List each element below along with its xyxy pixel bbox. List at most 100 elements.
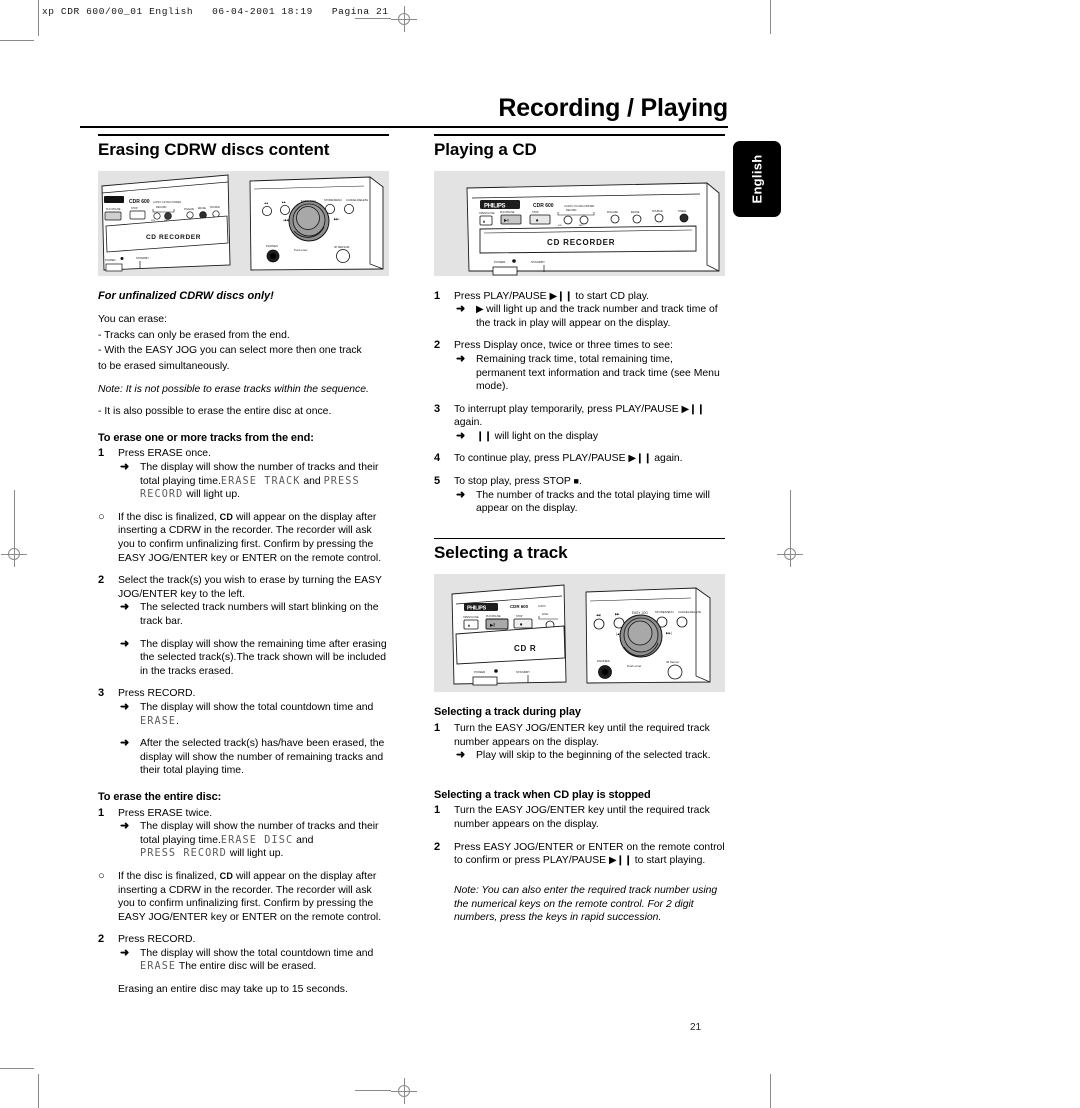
step-1-result: ➜ The display will show the number of tr… — [98, 461, 389, 502]
arrow-icon: ➜ — [120, 461, 130, 474]
step-3-result-b: ➜ After the selected track(s) has/have b… — [98, 737, 389, 778]
section-title-selecting: Selecting a track — [434, 543, 568, 563]
section-rule-right — [434, 134, 725, 136]
lcd-press-record-2: PRESS RECORD — [140, 848, 227, 860]
select-stopped-step-2: 2 Press EASY JOG/ENTER or ENTER on the r… — [434, 841, 725, 868]
section-title-playing: Playing a CD — [434, 139, 537, 159]
circle-bullet-icon: ○ — [98, 869, 105, 882]
svg-text:PLAY/PAUSE: PLAY/PAUSE — [500, 211, 515, 214]
svg-text:CDR 600: CDR 600 — [129, 199, 150, 205]
svg-text:▶▶|: ▶▶| — [666, 631, 672, 635]
page-content: Recording / Playing English Erasing CDRW… — [0, 0, 1080, 1108]
play-step-3-result: ➜ ❙❙ will light on the display — [434, 430, 725, 444]
left-column: Erasing CDRW discs content CDR 600 AUDIO… — [98, 134, 389, 999]
play-pause-icon: ▶❙❙ — [608, 855, 632, 867]
svg-text:AUDIO: AUDIO — [538, 605, 546, 608]
play-step-2-result: ➜ Remaining track time, total remaining … — [434, 353, 725, 394]
language-tab-label: English — [749, 154, 765, 204]
svg-text:▲: ▲ — [482, 218, 486, 223]
svg-text:TIMER: TIMER — [678, 210, 686, 213]
svg-text:POWER: POWER — [494, 260, 506, 264]
step-3-press-record: 3 Press RECORD. — [98, 687, 389, 701]
svg-text:▶‖: ▶‖ — [504, 217, 509, 222]
select-stopped-step-1-text: Turn the EASY JOG/ENTER key until the re… — [454, 805, 710, 830]
step-number: 2 — [434, 339, 441, 352]
svg-text:|◀◀: |◀◀ — [283, 218, 289, 222]
svg-text:STANDBY: STANDBY — [531, 260, 545, 264]
svg-text:AUDIO CD RECORDER: AUDIO CD RECORDER — [153, 200, 181, 204]
arrow-icon: ➜ — [120, 637, 130, 650]
svg-text:CDR 600: CDR 600 — [510, 604, 529, 609]
svg-text:ERASE: ERASE — [198, 207, 206, 210]
svg-text:PHILIPS: PHILIPS — [484, 203, 506, 209]
step-e2-result: ➜ The display will show the total countd… — [98, 947, 389, 974]
svg-text:RECORD: RECORD — [566, 209, 577, 212]
play-step-1-result-text: ▶ will light up and the track number and… — [476, 304, 718, 329]
svg-text:CD RECORDER: CD RECORDER — [146, 234, 201, 241]
step-number: 3 — [98, 687, 105, 700]
closing-note: Erasing an entire disc may take up to 15… — [118, 984, 348, 996]
svg-text:STANDBY: STANDBY — [516, 670, 530, 674]
step-e1-erase-twice: 1 Press ERASE twice. — [98, 807, 389, 821]
arrow-icon: ➜ — [456, 429, 466, 442]
play-step-4: 4 To continue play, press PLAY/PAUSE ▶❙❙… — [434, 452, 725, 466]
step-e2-press-record: 2 Press RECORD. — [98, 933, 389, 947]
subhead-erase-tracks: To erase one or more tracks from the end… — [98, 431, 314, 444]
lcd-cd-label: CD — [219, 511, 234, 522]
step-2-result-b: ➜ The display will show the remaining ti… — [98, 638, 389, 679]
select-stopped-step-2-text: Press EASY JOG/ENTER or ENTER on the rem… — [454, 841, 725, 867]
play-step-2-text: Press Display once, twice or three times… — [454, 340, 673, 352]
svg-text:▲: ▲ — [467, 623, 471, 628]
svg-text:REC: REC — [579, 225, 584, 227]
selecting-body: Selecting a track during play 1 Turn the… — [434, 706, 725, 925]
arrow-icon: ➜ — [456, 303, 466, 316]
page-number: 21 — [690, 1022, 702, 1033]
play-step-3-result-text: ❙❙ will light on the display — [476, 430, 599, 442]
step-e1-result: ➜ The display will show the number of tr… — [98, 820, 389, 861]
step-text: Press RECORD. — [118, 688, 196, 700]
bullet-finalized-2-text: If the disc is finalized, CD will appear… — [118, 870, 382, 923]
svg-text:▶▶|: ▶▶| — [334, 217, 340, 221]
lcd-erase-2: ERASE — [140, 961, 177, 973]
step-e1-result-text: The display will show the number of trac… — [140, 821, 379, 860]
intro-line-2: - With the EASY JOG you can select more … — [98, 345, 362, 357]
play-step-1-result: ➜ ▶ will light up and the track number a… — [434, 303, 725, 330]
play-step-5: 5 To stop play, press STOP ■. — [434, 475, 725, 489]
svg-text:EASY JOG: EASY JOG — [632, 611, 648, 615]
step-number: 2 — [98, 933, 105, 946]
step-3-result-a: ➜ The display will show the total countd… — [98, 701, 389, 728]
svg-text:STOP: STOP — [131, 207, 138, 210]
bullet-finalized-1: ○ If the disc is finalized, CD will appe… — [98, 511, 389, 565]
svg-text:FINALIZE: FINALIZE — [607, 211, 618, 214]
svg-text:CDR 600: CDR 600 — [533, 203, 554, 209]
note-numerical-keys: Note: You can also enter the required tr… — [454, 884, 718, 924]
step-text: Press ERASE once. — [118, 448, 211, 460]
step-text: Select the track(s) you wish to erase by… — [118, 575, 382, 600]
select-step-1-result: ➜ Play will skip to the beginning of the… — [434, 749, 725, 763]
step-1-result-text: The display will show the number of trac… — [140, 462, 379, 501]
svg-text:CD R: CD R — [514, 644, 536, 653]
running-head: Recording / Playing — [498, 94, 728, 122]
select-stopped-step-1: 1 Turn the EASY JOG/ENTER key until the … — [434, 804, 725, 831]
svg-text:FIN.: FIN. — [558, 225, 563, 227]
svg-text:SOURCE: SOURCE — [210, 207, 220, 209]
play-step-3: 3 To interrupt play temporarily, press P… — [434, 403, 725, 430]
section-title-erasing: Erasing CDRW discs content — [98, 139, 330, 159]
bullet-finalized-2: ○ If the disc is finalized, CD will appe… — [98, 870, 389, 924]
lcd-erase: ERASE — [140, 715, 177, 727]
section-rule-left — [98, 134, 389, 136]
svg-text:PHONES: PHONES — [266, 244, 278, 248]
bullet-finalized-1-text: If the disc is finalized, CD will appear… — [118, 511, 382, 564]
left-body: For unfinalized CDRW discs only! You can… — [98, 290, 389, 997]
play-step-3-text: To interrupt play temporarily, press PLA… — [454, 403, 705, 429]
svg-text:Push enter: Push enter — [627, 664, 642, 668]
step-number: 1 — [98, 806, 105, 819]
play-step-2-result-text: Remaining track time, total remaining ti… — [476, 353, 720, 393]
intro-line-1: - Tracks can only be erased from the end… — [98, 329, 290, 341]
svg-text:STOP: STOP — [532, 211, 539, 214]
select-step-1: 1 Turn the EASY JOG/ENTER key until the … — [434, 722, 725, 749]
svg-text:RECORD: RECORD — [156, 206, 167, 209]
step-2-result-a-text: The selected track numbers will start bl… — [140, 602, 379, 628]
svg-text:STOP: STOP — [516, 615, 523, 618]
step-2-select-tracks: 2 Select the track(s) you wish to erase … — [98, 574, 389, 601]
